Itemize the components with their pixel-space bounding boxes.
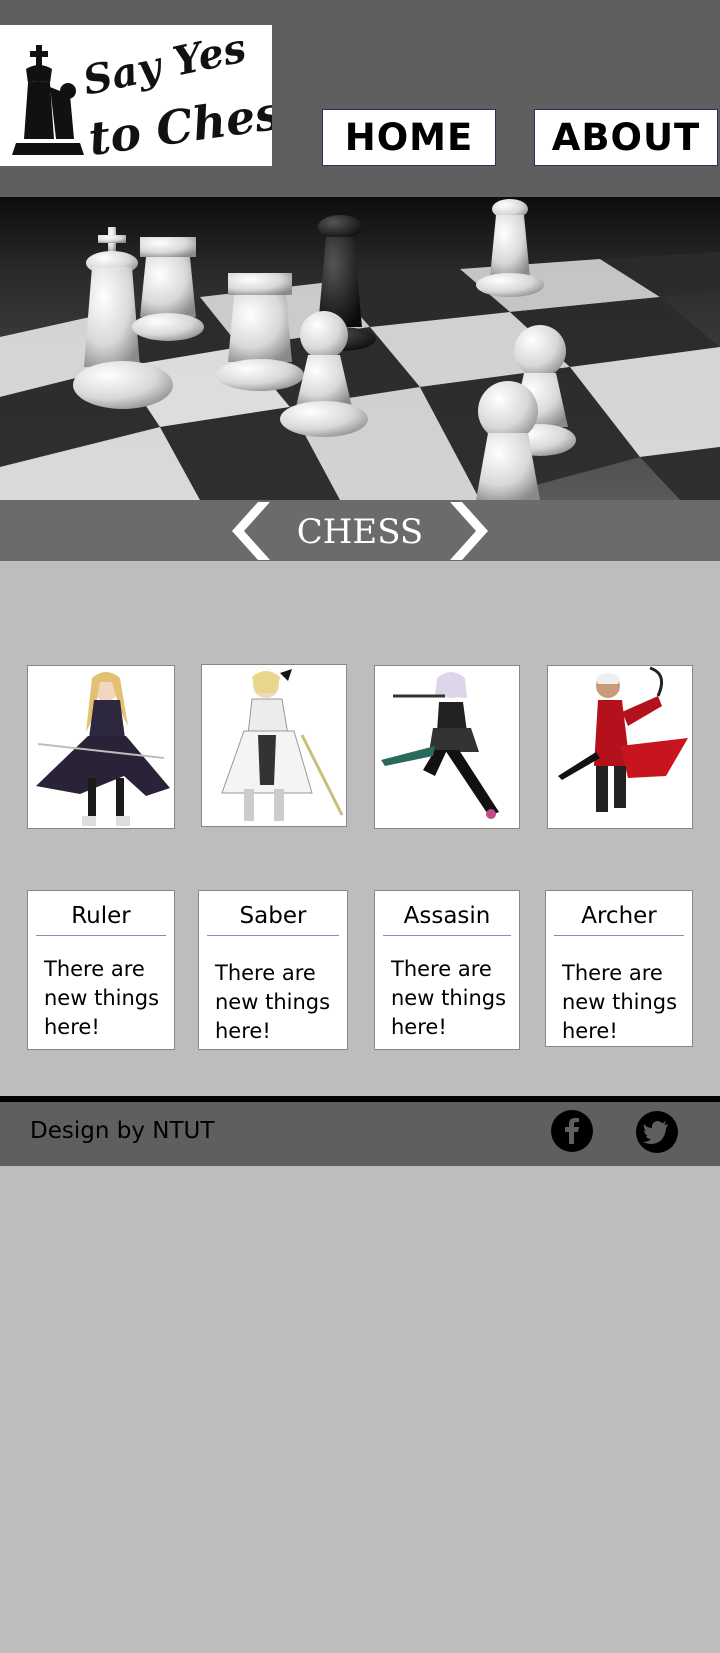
card-text: There are new things here!: [215, 961, 331, 1043]
chevron-right-icon[interactable]: [450, 502, 490, 560]
twitter-icon[interactable]: [636, 1111, 678, 1153]
nav-about-button[interactable]: ABOUT: [534, 109, 718, 166]
card-title: Archer: [554, 903, 684, 936]
card-text: There are new things here!: [391, 957, 507, 1039]
card-title: Ruler: [36, 903, 166, 936]
card-text: There are new things here!: [44, 957, 160, 1039]
character-image-ruler[interactable]: [27, 665, 175, 829]
nav-home-button[interactable]: HOME: [322, 109, 496, 166]
character-card-saber[interactable]: Saber There are new things here!: [198, 890, 348, 1050]
card-text: There are new things here!: [562, 961, 678, 1043]
character-image-saber[interactable]: [201, 664, 347, 827]
banner-title: CHESS: [296, 512, 424, 552]
header: Say Yes to Chess HOME ABOUT: [0, 0, 720, 197]
card-title: Assasin: [383, 903, 511, 936]
chess-king-icon: [12, 45, 84, 155]
card-title: Saber: [207, 903, 339, 936]
character-card-archer[interactable]: Archer There are new things here!: [545, 890, 693, 1047]
character-card-ruler[interactable]: Ruler There are new things here!: [27, 890, 175, 1050]
hero-chess-image: [0, 197, 720, 500]
footer: Design by NTUT: [0, 1102, 720, 1166]
category-banner: CHESS: [0, 500, 720, 561]
character-image-archer[interactable]: [547, 665, 693, 829]
facebook-icon[interactable]: [551, 1110, 593, 1152]
site-logo[interactable]: Say Yes to Chess: [0, 25, 272, 166]
footer-credit: Design by NTUT: [30, 1118, 215, 1144]
character-card-assasin[interactable]: Assasin There are new things here!: [374, 890, 520, 1050]
chessboard-photo: [0, 197, 720, 500]
character-image-assasin[interactable]: [374, 665, 520, 829]
